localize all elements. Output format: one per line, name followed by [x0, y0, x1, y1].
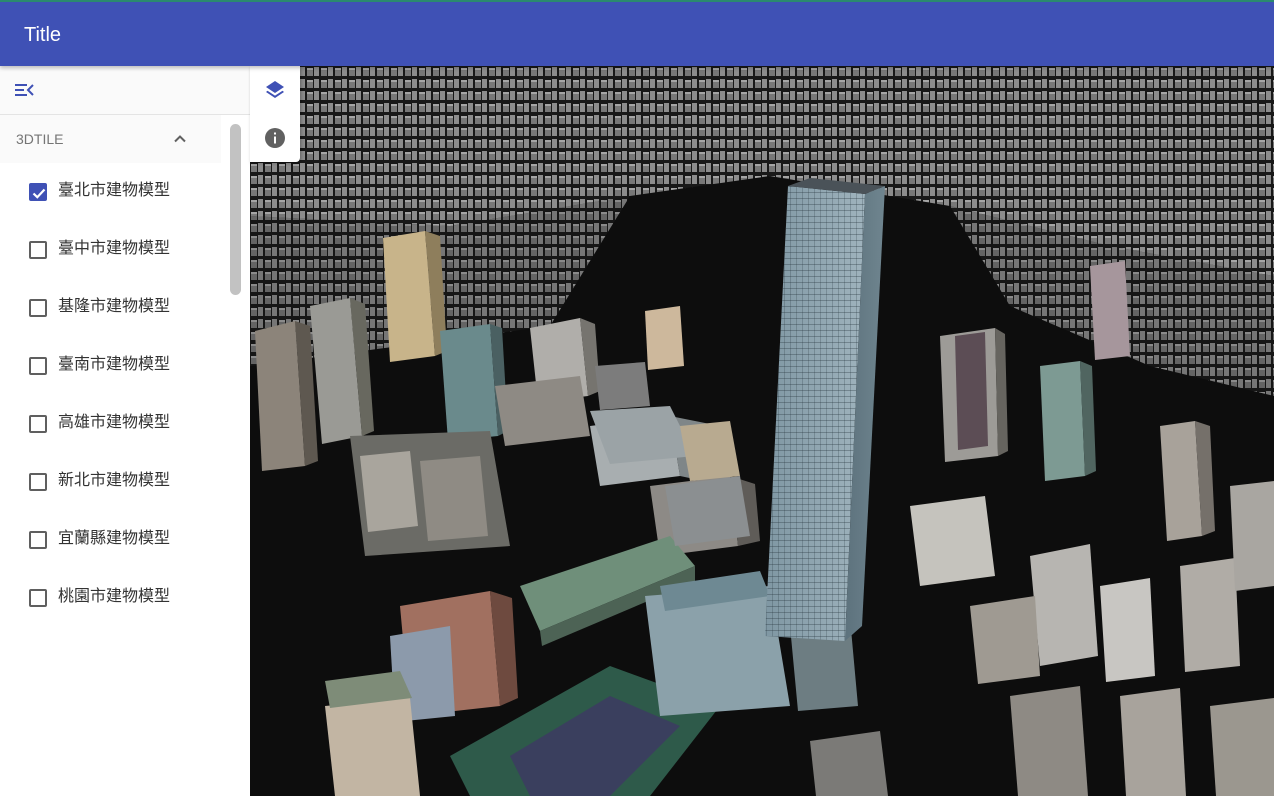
layer-item-taipei[interactable]: 臺北市建物模型 [0, 163, 221, 221]
layer-label: 新北市建物模型 [58, 470, 171, 489]
sidebar-toolbar [0, 66, 250, 115]
checkbox-icon[interactable] [29, 357, 47, 375]
layer-label: 桃園市建物模型 [58, 586, 171, 605]
checkbox-checked-icon[interactable] [29, 183, 47, 201]
layer-sidebar: 3DTILE 臺北市建物模型 臺中市建物模型 基隆市建物模型 臺南市建物模型 高… [0, 66, 250, 796]
checkbox-icon[interactable] [29, 241, 47, 259]
layer-list: 臺北市建物模型 臺中市建物模型 基隆市建物模型 臺南市建物模型 高雄市建物模型 … [0, 163, 221, 615]
layer-label: 臺南市建物模型 [58, 354, 171, 373]
layer-list-panel: 3DTILE 臺北市建物模型 臺中市建物模型 基隆市建物模型 臺南市建物模型 高… [0, 115, 222, 615]
layers-icon[interactable] [263, 78, 287, 102]
layer-label: 基隆市建物模型 [58, 296, 171, 315]
layer-label: 臺中市建物模型 [58, 238, 171, 257]
checkbox-icon[interactable] [29, 299, 47, 317]
layer-label: 臺北市建物模型 [58, 180, 171, 199]
layer-label: 宜蘭縣建物模型 [58, 528, 171, 547]
info-icon[interactable] [263, 126, 287, 150]
scrollbar-thumb[interactable] [228, 122, 243, 297]
checkbox-icon[interactable] [29, 531, 47, 549]
layer-item-taichung[interactable]: 臺中市建物模型 [0, 221, 221, 279]
group-title: 3DTILE [16, 131, 64, 147]
layer-label: 高雄市建物模型 [58, 412, 171, 431]
layer-item-keelung[interactable]: 基隆市建物模型 [0, 279, 221, 337]
map-3d-view[interactable] [250, 66, 1274, 796]
layer-list-scrollbar[interactable] [221, 115, 250, 615]
layer-item-new-taipei[interactable]: 新北市建物模型 [0, 453, 221, 511]
city-3d-render [250, 66, 1274, 796]
layer-item-tainan[interactable]: 臺南市建物模型 [0, 337, 221, 395]
layer-item-kaohsiung[interactable]: 高雄市建物模型 [0, 395, 221, 453]
app-title: Title [24, 24, 62, 46]
app-bar: Title [0, 0, 1274, 66]
checkbox-icon[interactable] [29, 415, 47, 433]
group-header-3dtile[interactable]: 3DTILE [0, 115, 221, 163]
checkbox-icon[interactable] [29, 473, 47, 491]
map-tool-rail [250, 66, 300, 162]
layer-item-taoyuan[interactable]: 桃園市建物模型 [0, 569, 221, 615]
checkbox-icon[interactable] [29, 589, 47, 607]
layer-item-yilan[interactable]: 宜蘭縣建物模型 [0, 511, 221, 569]
menu-collapse-icon[interactable] [12, 78, 36, 102]
chevron-up-icon[interactable] [168, 127, 192, 151]
